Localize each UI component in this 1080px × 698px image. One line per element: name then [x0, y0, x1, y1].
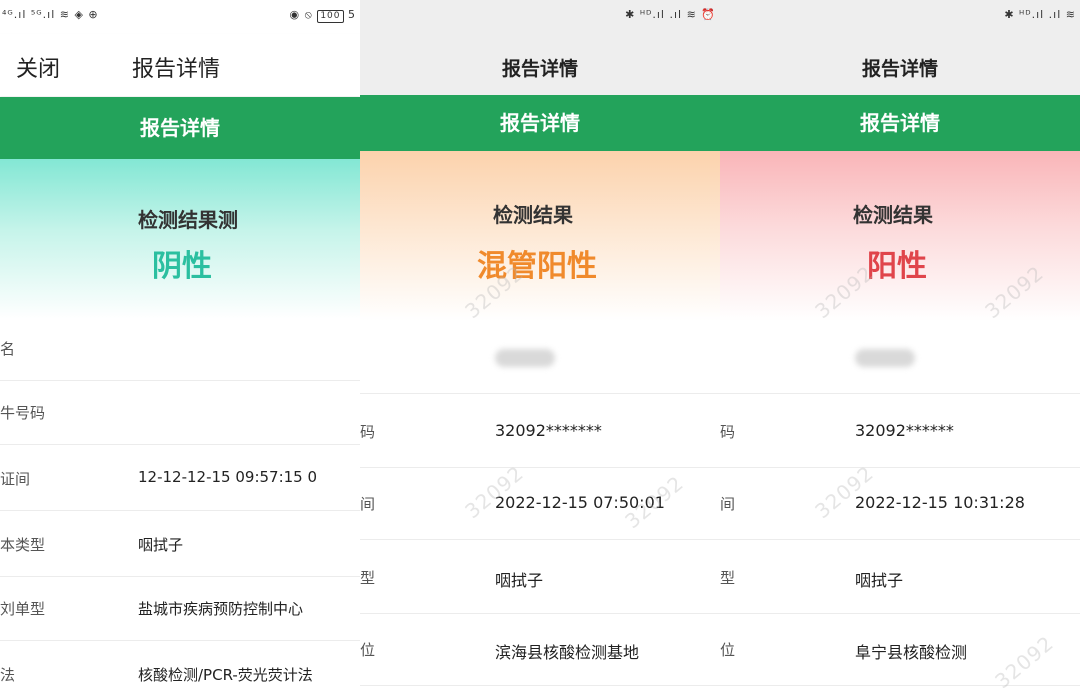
report-header-bar: 报告详情 [720, 95, 1080, 151]
row-label: 本类型 [0, 536, 46, 554]
row-label: 刘单型 [0, 600, 46, 618]
row-value: 咽拭子 [138, 536, 184, 554]
charging-text: 5 [348, 8, 356, 21]
info-row-id: 码 32092****** [720, 393, 1080, 468]
info-row-method: 法 核酸检测/PCR-荧光荧计法 [0, 640, 360, 698]
result-section: 检测结果 混管阳性 [360, 151, 720, 321]
redaction-blur [855, 348, 915, 367]
result-label: 检测结果 [853, 203, 933, 227]
info-row-name [360, 321, 720, 394]
info-row-name: 名 [0, 318, 360, 381]
info-row-sample-type: 本类型 咽拭子 [0, 510, 360, 577]
status-bar: ✱ ᴴᴰ.ıl .ıl ≋ ⏰ [360, 0, 720, 34]
row-value: 阜宁县核酸检测 [855, 643, 968, 662]
battery-icon: 100 [317, 10, 344, 23]
info-row-unit: 位 阜宁县核酸检测 [720, 613, 1080, 686]
result-label: 检测结果测 [138, 208, 238, 232]
row-label: 位 [720, 641, 736, 659]
status-right: ◉ ⦸ 100 5 [290, 8, 356, 23]
row-label: 法 [0, 666, 16, 684]
blurred-name [855, 347, 915, 367]
row-value: 32092****** [855, 421, 954, 440]
nav-bar: 关闭 报告详情 [0, 34, 360, 96]
info-row-time: 间 2022-12-15 10:31:28 [720, 467, 1080, 540]
status-right-icons: ✱ ᴴᴰ.ıl .ıl ≋ [1004, 8, 1076, 21]
close-button[interactable]: 关闭 [16, 51, 60, 83]
row-value: 咽拭子 [495, 571, 544, 590]
result-label: 检测结果 [493, 203, 573, 227]
info-row-name [720, 321, 1080, 394]
row-label: 码 [360, 423, 376, 441]
row-value: 滨海县核酸检测基地 [495, 643, 640, 662]
result-value: 阳性 [867, 249, 927, 284]
row-label: 间 [720, 495, 736, 513]
status-right-icons: ✱ ᴴᴰ.ıl .ıl ≋ ⏰ [625, 8, 716, 21]
row-label: 间 [360, 495, 376, 513]
info-row-unit: 刘单型 盐城市疾病预防控制中心 [0, 576, 360, 641]
row-value: 咽拭子 [855, 571, 904, 590]
row-label: 位 [360, 641, 376, 659]
row-value: 32092******* [495, 421, 602, 440]
info-row-unit: 位 滨海县核酸检测基地 [360, 613, 720, 686]
row-label: 证间 [0, 470, 31, 488]
result-section: 检测结果 阳性 [720, 151, 1080, 321]
row-label: 码 [720, 423, 736, 441]
info-row-time: 证间 12-12-12-15 09:57:15 0 [0, 444, 360, 511]
info-row-sample-type: 型 咽拭子 [360, 539, 720, 614]
result-section: 检测结果测 阴性 [0, 159, 360, 319]
report-panel-mixed-positive: ✱ ᴴᴰ.ıl .ıl ≋ ⏰ 报告详情 报告详情 检测结果 混管阳性 码 32… [360, 0, 720, 698]
info-row-id: 码 32092******* [360, 393, 720, 468]
redaction-blur [495, 348, 555, 367]
info-row-id: 牛号码 [0, 380, 360, 445]
info-row-sample-type: 型 咽拭子 [720, 539, 1080, 614]
nav-bar: 报告详情 [360, 34, 720, 96]
nav-bar: 报告详情 [720, 34, 1080, 96]
row-value: 12-12-12-15 09:57:15 0 [138, 468, 318, 486]
eye-mute-icons: ◉ ⦸ [289, 8, 313, 21]
result-value: 阴性 [152, 249, 212, 284]
report-panel-positive: ✱ ᴴᴰ.ıl .ıl ≋ 报告详情 报告详情 检测结果 阳性 码 32092*… [720, 0, 1080, 698]
status-bar: ⁴ᴳ.ıl ⁵ᴳ.ıl ≋ ◈ ⊕ ◉ ⦸ 100 5 [0, 0, 360, 34]
status-bar: ✱ ᴴᴰ.ıl .ıl ≋ [720, 0, 1080, 34]
report-header-bar: 报告详情 [0, 97, 360, 159]
row-value: 盐城市疾病预防控制中心 [138, 600, 304, 618]
row-label: 型 [360, 569, 376, 587]
row-value: 2022-12-15 07:50:01 [495, 493, 665, 512]
report-panel-negative: ⁴ᴳ.ıl ⁵ᴳ.ıl ≋ ◈ ⊕ ◉ ⦸ 100 5 关闭 报告详情 报告详情… [0, 0, 360, 698]
row-value: 核酸检测/PCR-荧光荧计法 [138, 666, 313, 684]
page-title: 报告详情 [501, 58, 578, 80]
page-title: 报告详情 [861, 58, 938, 80]
report-header-bar: 报告详情 [360, 95, 720, 151]
signal-icons: ⁴ᴳ.ıl ⁵ᴳ.ıl ≋ ◈ ⊕ [2, 8, 99, 21]
result-value: 混管阳性 [477, 249, 597, 284]
page-title: 报告详情 [132, 57, 221, 82]
row-label: 型 [720, 569, 736, 587]
blurred-name [495, 347, 555, 367]
screenshot-collage: ⁴ᴳ.ıl ⁵ᴳ.ıl ≋ ◈ ⊕ ◉ ⦸ 100 5 关闭 报告详情 报告详情… [0, 0, 1080, 698]
row-label: 名 [0, 340, 16, 358]
row-label: 牛号码 [0, 404, 46, 422]
info-row-time: 间 2022-12-15 07:50:01 [360, 467, 720, 540]
row-value: 2022-12-15 10:31:28 [855, 493, 1025, 512]
